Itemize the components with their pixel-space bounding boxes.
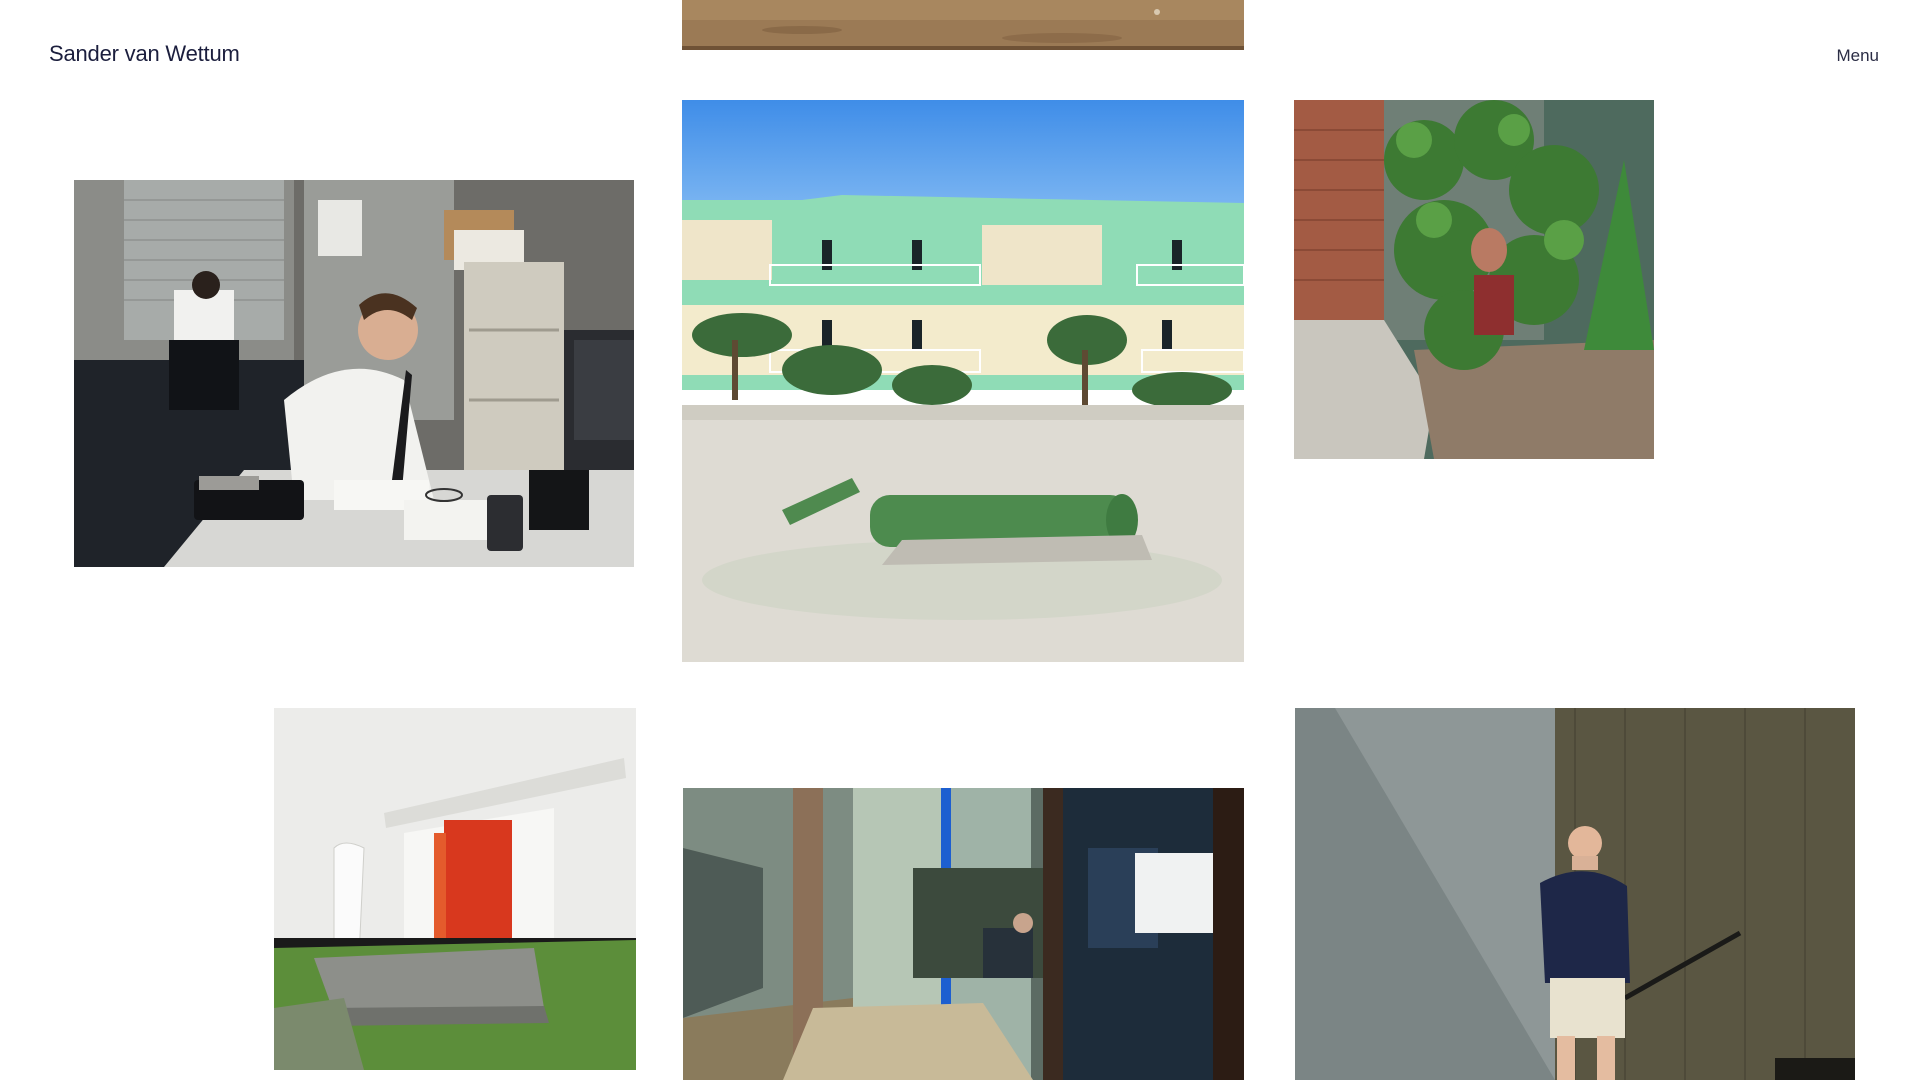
photo-office[interactable] [74, 180, 634, 567]
menu-button[interactable]: Menu [1836, 46, 1879, 66]
photo-door[interactable] [274, 708, 636, 1070]
site-title[interactable]: Sander van Wettum [49, 41, 240, 67]
photo-corridor[interactable] [683, 788, 1244, 1080]
photo-elderly-man[interactable] [1295, 708, 1855, 1080]
photo-bush[interactable] [1294, 100, 1654, 459]
photo-hotel[interactable] [682, 100, 1244, 662]
photo-desert[interactable] [682, 0, 1244, 50]
